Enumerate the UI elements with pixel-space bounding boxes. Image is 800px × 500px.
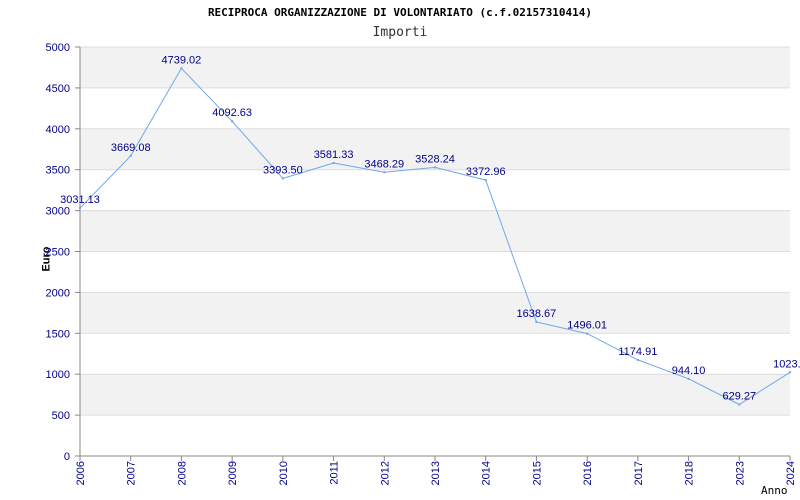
y-tick-label: 4500 (46, 83, 70, 95)
y-tick-labels: 0 500 1000 1500 2000 2500 3000 3500 4000 4500 5000 (46, 42, 70, 463)
x-tick-label: 2010 (278, 461, 290, 485)
data-point (180, 67, 183, 70)
data-label: 4739.02 (162, 54, 202, 66)
grid-band (80, 292, 790, 334)
y-tick-label: 2000 (46, 287, 70, 299)
data-label: 1023.7 (773, 358, 800, 370)
data-point (484, 178, 487, 182)
x-tick-labels: 2006 2007 2008 2009 2010 2011 2012 2013 2014 2015… (75, 461, 797, 485)
data-point (433, 166, 437, 169)
x-tick-label: 2012 (379, 461, 391, 485)
x-tick-label: 2007 (126, 461, 138, 485)
data-label: 3031.13 (60, 194, 100, 206)
x-tick-label: 2024 (785, 461, 797, 485)
data-point (636, 358, 640, 362)
y-tick-label: 4000 (46, 124, 70, 136)
data-label: 1496.01 (567, 320, 607, 332)
y-tick-label: 5000 (46, 42, 70, 54)
data-point (332, 161, 335, 165)
x-tick-label: 2018 (684, 461, 696, 485)
data-label: 3669.08 (111, 142, 151, 154)
data-point (585, 332, 589, 335)
y-tick-label: 2500 (46, 247, 70, 259)
data-point (383, 171, 386, 174)
grid-band (80, 251, 790, 293)
data-label: 3372.96 (466, 166, 506, 178)
data-point (535, 320, 538, 324)
grid-band (80, 169, 790, 211)
grid-band (80, 415, 790, 456)
data-label: 3393.50 (263, 164, 303, 176)
x-tick-label: 2011 (329, 461, 341, 485)
y-tick-label: 3000 (46, 206, 70, 218)
y-tick-label: 1500 (46, 328, 70, 340)
y-tick-label: 500 (52, 410, 70, 422)
grid-band (80, 210, 790, 252)
data-label: 3468.29 (364, 158, 404, 170)
data-point (281, 177, 285, 180)
x-tick-label: 2023 (734, 461, 746, 485)
x-tick-label: 2017 (633, 461, 645, 485)
y-tick-label: 3500 (46, 165, 70, 177)
data-point (78, 206, 82, 210)
x-tick-label: 2008 (176, 461, 188, 485)
x-tick-label: 2013 (430, 461, 442, 485)
data-point (738, 403, 741, 406)
x-tick-label: 2009 (227, 461, 239, 485)
y-tick-label: 0 (64, 451, 70, 463)
data-label: 1638.67 (517, 308, 557, 320)
data-label: 3528.24 (415, 153, 455, 165)
x-tick-label: 2006 (75, 461, 87, 485)
x-tick-label: 2014 (481, 461, 493, 485)
line-chart: 0 500 1000 1500 2000 2500 3000 3500 4000 4500 5000… (46, 42, 800, 485)
y-tick-label: 1000 (46, 369, 70, 381)
data-point (230, 120, 234, 123)
data-label: 4092.63 (212, 107, 252, 119)
grid-band (80, 47, 790, 88)
data-label: 629.27 (722, 391, 756, 403)
data-label: 1174.91 (618, 346, 657, 358)
x-tick-label: 2015 (531, 461, 543, 485)
data-point (687, 377, 690, 380)
data-point (129, 154, 132, 158)
x-tick-label: 2016 (582, 461, 594, 485)
data-point (788, 371, 792, 374)
data-label: 3581.33 (314, 149, 354, 161)
grid-band (80, 87, 790, 129)
grid-band (80, 374, 790, 416)
data-label: 944.10 (672, 365, 706, 377)
